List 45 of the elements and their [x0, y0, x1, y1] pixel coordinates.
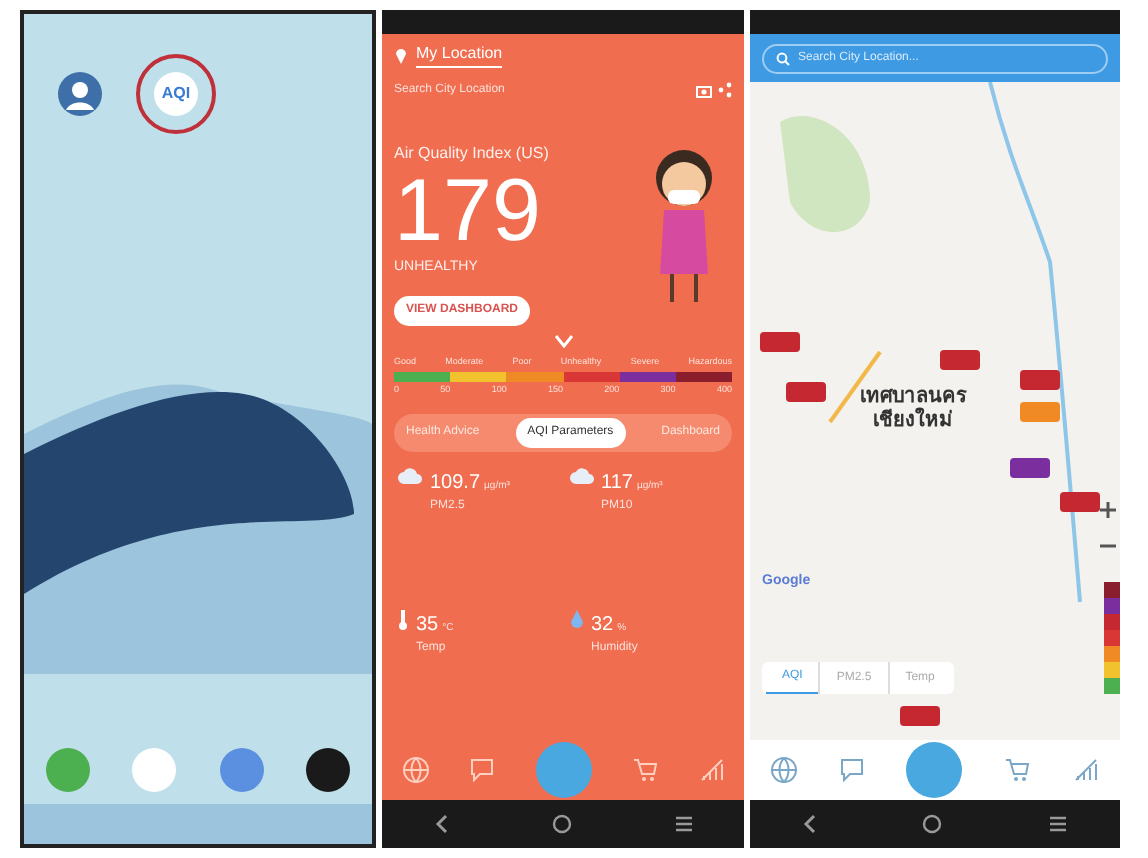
aqi-marker[interactable] [786, 382, 826, 402]
parameter-value: 32 [591, 612, 614, 640]
aqi-marker[interactable] [900, 706, 940, 726]
back-icon[interactable] [433, 814, 449, 834]
cloud-icon [569, 468, 593, 484]
share-icon[interactable] [718, 82, 732, 98]
parameter-value: 35 [416, 612, 439, 640]
aqi-marker[interactable] [940, 350, 980, 370]
search-icon [776, 51, 790, 65]
chart-icon[interactable] [1072, 756, 1101, 784]
chevron-down-icon[interactable] [553, 333, 573, 347]
city-label: เทศบาลนคร [860, 386, 966, 408]
parameter-value: 109.7 [430, 470, 481, 498]
aqi-index-label: Air Quality Index (US) [394, 142, 551, 166]
messages-app-icon[interactable] [219, 748, 264, 792]
aqi-marker[interactable] [760, 332, 800, 352]
aqi-marker[interactable] [1020, 370, 1060, 390]
home-icon[interactable] [551, 814, 571, 834]
cloud-icon [398, 468, 422, 484]
aqi-marker[interactable] [1020, 402, 1060, 422]
aqi-value: 179 [394, 166, 543, 258]
aqi-marker[interactable] [1010, 458, 1050, 478]
back-icon[interactable] [802, 814, 819, 834]
city-label: เชียงใหม่ [873, 410, 953, 434]
chat-icon[interactable] [837, 756, 866, 784]
person-app-icon[interactable] [58, 72, 102, 116]
globe-icon[interactable] [769, 756, 798, 784]
app-icon[interactable]: AQI [154, 72, 198, 116]
droplet-icon [569, 610, 583, 630]
compass-app-icon[interactable] [132, 748, 177, 792]
parameter-value: 117 [601, 470, 633, 498]
cart-icon[interactable] [1004, 756, 1033, 784]
location-tab[interactable]: My Location [416, 41, 503, 67]
location-pin-icon [394, 45, 408, 63]
center-button[interactable] [904, 740, 965, 800]
cart-icon[interactable] [631, 756, 659, 784]
menu-icon[interactable] [673, 816, 693, 832]
home-icon[interactable] [922, 814, 943, 834]
camera-app-icon[interactable] [306, 748, 351, 792]
camera-icon[interactable] [696, 83, 712, 97]
zoom-in-icon[interactable] [1100, 502, 1116, 518]
thermometer-icon [398, 610, 408, 630]
aqi-marker[interactable] [1060, 492, 1100, 512]
menu-icon[interactable] [1047, 816, 1068, 832]
phone-app-icon[interactable] [45, 748, 90, 792]
